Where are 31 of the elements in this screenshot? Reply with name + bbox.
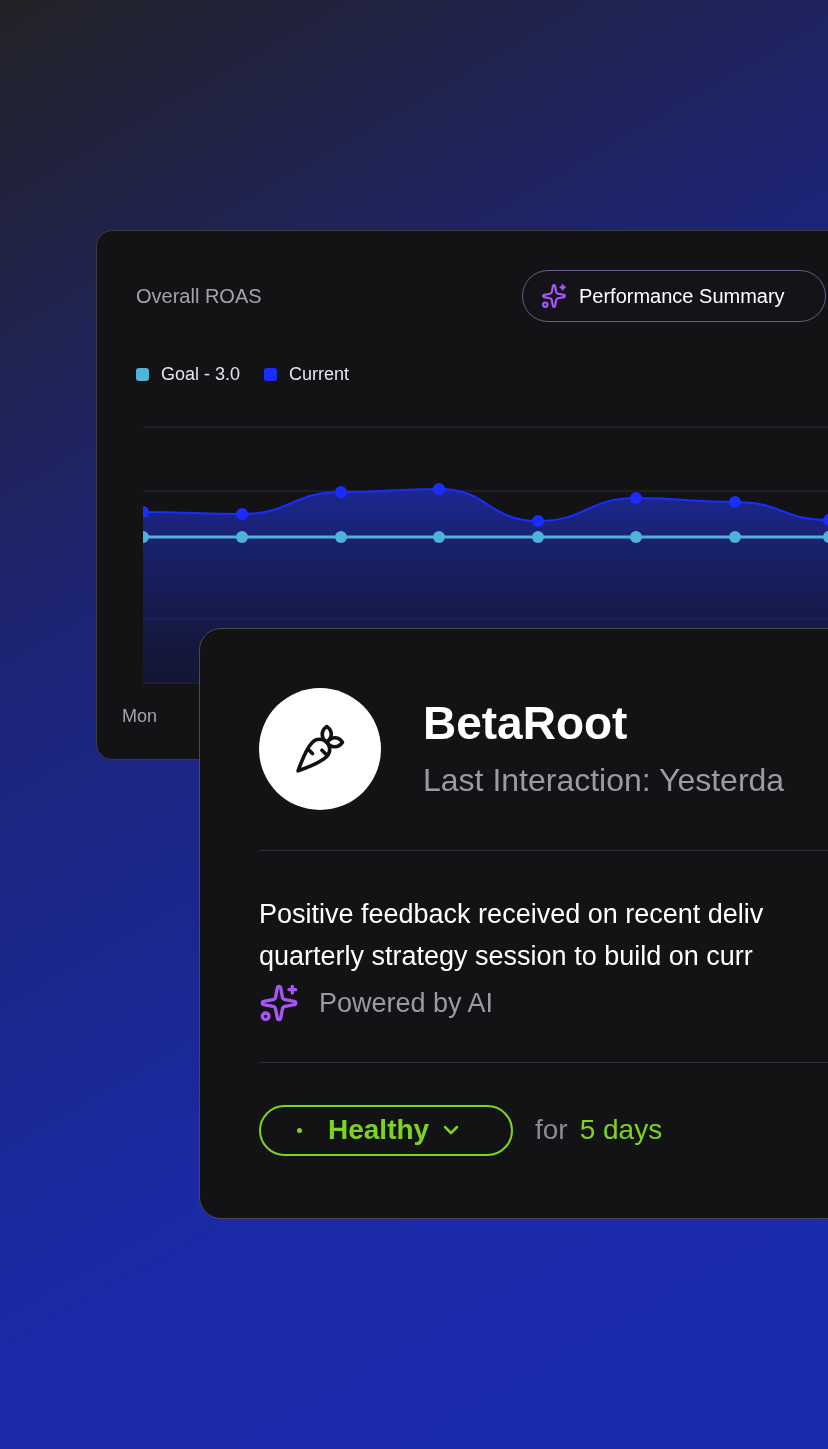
performance-summary-button[interactable]: Performance Summary [522,270,826,322]
goal-point [532,531,544,543]
summary-text: Positive feedback received on recent deliv quarterly strategy session to build on curr [259,898,764,973]
legend-label: Current [289,362,350,386]
legend-label: Goal - 3.0 [161,362,241,386]
current-point [236,508,248,520]
goal-point [729,531,741,543]
sparkle-icon [541,283,567,309]
account-name: BetaRoot [423,699,629,747]
chart-title: Overall ROAS [136,284,263,309]
current-point [143,506,149,518]
carrot-icon [293,722,347,776]
goal-point [335,531,347,543]
current-point [433,483,445,495]
duration: 5 days [579,1113,663,1147]
sparkle-icon [259,983,299,1024]
axis-label: Mon [122,705,157,728]
goal-point [630,531,642,543]
current-point [335,486,347,498]
last-interaction: Last Interaction: Yesterda [423,761,785,799]
goal-point [823,531,828,543]
goal-point [236,531,248,543]
status-dropdown[interactable]: Healthy [259,1104,513,1156]
current-point [630,492,642,504]
goal-point [143,531,149,543]
ai-note: Powered by AI [319,987,494,1020]
current-point [823,514,828,526]
duration-prefix: for [535,1113,568,1147]
goal-point [433,531,445,543]
current-point [532,515,544,527]
current-point [729,496,741,508]
